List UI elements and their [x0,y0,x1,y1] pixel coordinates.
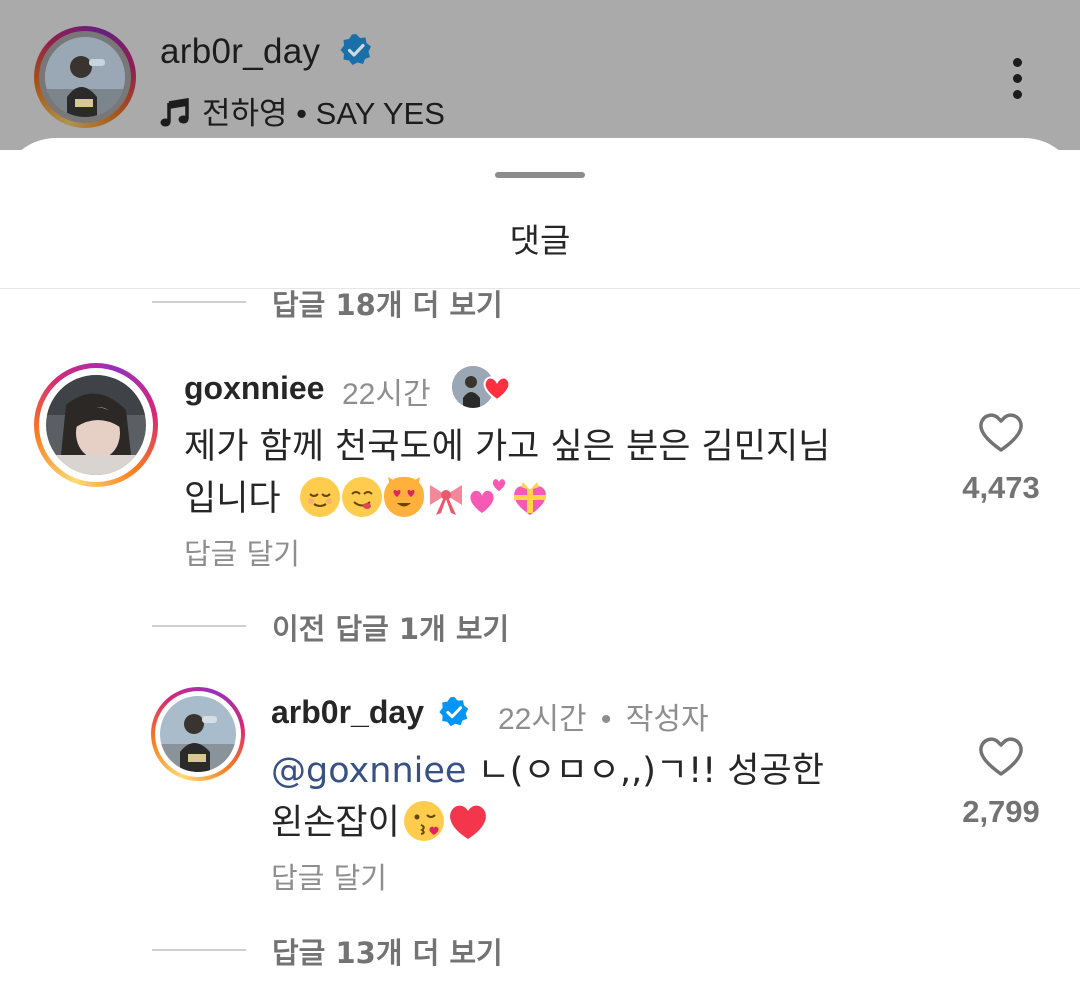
post-author-username[interactable]: arb0r_day [160,32,374,72]
reply-thread-line [152,949,246,951]
comment-text-line: 제가 함께 천국도에 가고 싶은 분은 김민지님 [184,427,831,467]
mention-link[interactable]: @goxnniee [271,751,466,791]
music-note-icon [160,97,190,128]
reply-text-tail: 왼손잡이 [271,803,400,843]
heart-eyes-cat-icon [383,477,424,517]
view-more-replies-top[interactable]: 답글 18개 더 보기 [152,282,572,322]
two-hearts-icon [468,477,508,517]
reply-text-segment: ㄴ(ㅇㅁㅇ,,)ㄱ!! 성공한 [466,751,824,791]
reply-text: @goxnniee ㄴ(ㅇㅁㅇ,,)ㄱ!! 성공한 왼손잡이 [271,745,911,849]
reply-username-text: arb0r_day [271,694,424,730]
post-header: arb0r_day 전하영 • SAY YES [0,0,1080,150]
view-more-replies-label: 답글 13개 더 보기 [272,936,503,970]
sheet-drag-handle[interactable] [495,172,585,178]
like-count: 4,473 [962,470,1040,505]
comment-text-line: 입니다 [184,473,924,525]
creator-liked-indicator [452,364,514,412]
view-more-replies-label: 답글 18개 더 보기 [272,288,503,322]
yum-face-icon [341,477,382,517]
relieved-face-icon [299,477,340,517]
like-count: 2,799 [962,794,1040,829]
sheet-title: 댓글 [509,221,571,260]
post-username-text: arb0r_day [160,32,321,71]
music-title: 전하영 • SAY YES [202,96,445,131]
reply-thread-line [152,625,246,627]
commenter-avatar[interactable] [34,363,158,487]
gift-heart-icon [510,477,550,517]
heart-outline-icon[interactable] [977,734,1025,778]
comment-time: 22시간 [342,378,431,411]
separator-dot: • [600,703,612,736]
reply-thread-line [152,301,246,303]
heart-filled-icon [482,374,512,402]
comments-sheet: 댓글 답글 18개 더 보기 goxnniee 22시간 제가 함께 천국도에 … [0,138,1080,992]
reply-time-text: 22시간 [498,703,587,736]
reply-text-line: 왼손잡이 [271,797,911,849]
red-heart-icon [446,801,486,841]
author-badge: 작성자 [625,703,709,736]
view-more-replies-bottom[interactable]: 답글 13개 더 보기 [152,930,572,970]
post-author-avatar[interactable] [34,26,136,128]
comment-text-tail: 입니다 [184,479,281,519]
view-previous-replies-label: 이전 답글 1개 보기 [272,612,510,646]
verified-badge-icon [437,695,471,729]
ribbon-icon [426,477,466,517]
view-previous-replies[interactable]: 이전 답글 1개 보기 [152,606,612,646]
comment-text: 제가 함께 천국도에 가고 싶은 분은 김민지님 입니다 [184,421,924,525]
post-music-info[interactable]: 전하영 • SAY YES [160,88,445,133]
reply-time: 22시간 • 작성자 [498,694,709,738]
reply-author-avatar[interactable] [151,687,245,781]
kissing-heart-face-icon [403,801,444,841]
reply-text-line: @goxnniee ㄴ(ㅇㅁㅇ,,)ㄱ!! 성공한 [271,745,911,797]
more-options-icon[interactable] [1000,54,1036,104]
reply-username[interactable]: arb0r_day [271,694,471,732]
reply-button[interactable]: 답글 달기 [184,531,300,573]
verified-badge-icon [338,32,374,68]
heart-outline-icon[interactable] [977,410,1025,454]
comment-username[interactable]: goxnniee [184,370,324,407]
reply-button[interactable]: 답글 달기 [271,855,387,897]
